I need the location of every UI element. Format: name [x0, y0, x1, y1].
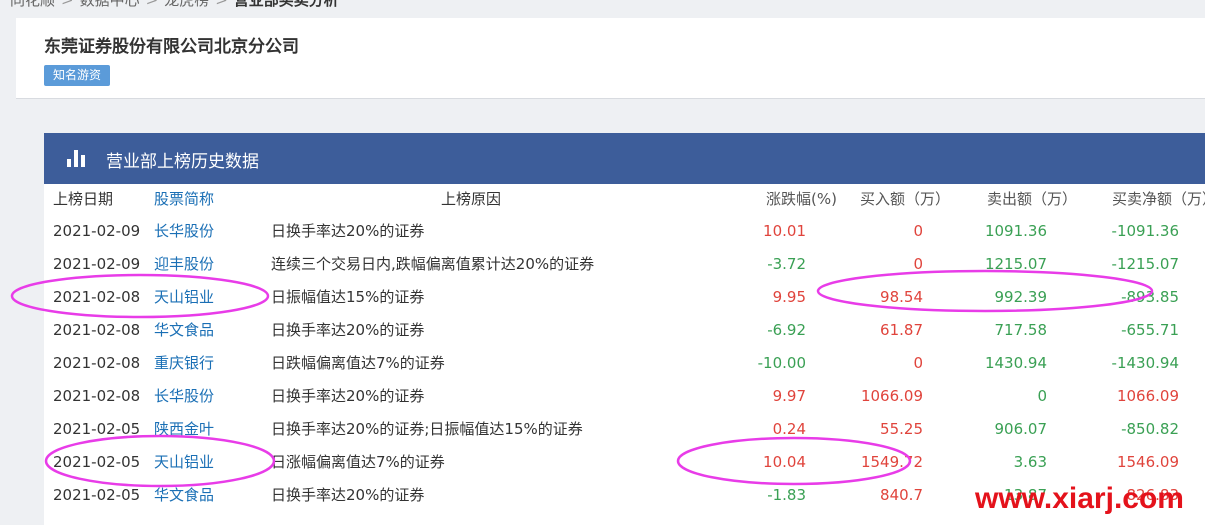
- column-header-date[interactable]: 上榜日期: [53, 184, 113, 215]
- cell-date: 2021-02-08: [53, 354, 141, 372]
- cell-buy: 0: [913, 354, 923, 372]
- cell-date: 2021-02-05: [53, 420, 141, 438]
- cell-buy: 1066.09: [860, 387, 923, 405]
- cell-reason: 日换手率达20%的证券: [271, 222, 425, 240]
- cell-sell: 1091.36: [984, 222, 1047, 240]
- watermark: www.xiarj.com: [975, 482, 1184, 515]
- table-row: 2021-02-08 华文食品 日换手率达20%的证券 -6.92 61.87 717.5…: [44, 314, 1205, 347]
- cell-reason: 日涨幅偏离值达7%的证券: [271, 453, 445, 471]
- cell-sell: 906.07: [994, 420, 1048, 438]
- breadcrumb-separator: >: [215, 0, 228, 9]
- cell-date: 2021-02-09: [53, 255, 141, 273]
- cell-buy: 840.7: [880, 486, 923, 504]
- cell-sell: 717.58: [994, 321, 1048, 339]
- cell-net: -1215.07: [1111, 255, 1179, 273]
- cell-reason: 日振幅值达15%的证券: [271, 288, 425, 306]
- cell-sell: 3.63: [1013, 453, 1047, 471]
- column-header-net[interactable]: 买卖净额（万）: [1112, 184, 1205, 215]
- cell-net: -1430.94: [1111, 354, 1179, 372]
- stock-name-link[interactable]: 长华股份: [154, 380, 214, 413]
- column-header-change[interactable]: 涨跌幅(%): [766, 184, 837, 215]
- firm-tag-badge[interactable]: 知名游资: [44, 65, 111, 86]
- cell-buy: 0: [913, 222, 923, 240]
- cell-change: 10.04: [763, 453, 806, 471]
- cell-net: 1546.09: [1116, 453, 1179, 471]
- stock-name-link[interactable]: 重庆银行: [154, 347, 214, 380]
- cell-buy: 98.54: [880, 288, 923, 306]
- breadcrumb-item-data-center[interactable]: 数据中心: [80, 0, 140, 9]
- cell-reason: 日换手率达20%的证券: [271, 321, 425, 339]
- panel-header: 营业部上榜历史数据: [44, 133, 1205, 184]
- cell-net: -850.82: [1121, 420, 1179, 438]
- cell-buy: 1549.72: [860, 453, 923, 471]
- cell-net: 1066.09: [1116, 387, 1179, 405]
- cell-change: -10.00: [757, 354, 806, 372]
- column-header-reason[interactable]: 上榜原因: [441, 184, 501, 215]
- stock-name-link[interactable]: 天山铝业: [154, 446, 214, 479]
- cell-date: 2021-02-08: [53, 288, 141, 306]
- table-row: 2021-02-09 长华股份 日换手率达20%的证券 10.01 0 1091.36 -1…: [44, 215, 1205, 248]
- column-header-stock[interactable]: 股票简称: [154, 184, 214, 215]
- breadcrumb-item-dragon-tiger[interactable]: 龙虎榜: [164, 0, 209, 9]
- panel-title: 营业部上榜历史数据: [106, 152, 259, 172]
- cell-change: 9.95: [772, 288, 806, 306]
- cell-net: -655.71: [1121, 321, 1179, 339]
- cell-date: 2021-02-09: [53, 222, 141, 240]
- cell-change: 10.01: [763, 222, 806, 240]
- history-table: 上榜日期 股票简称 上榜原因 涨跌幅(%) 买入额（万） 卖出额（万） 买卖净额…: [44, 184, 1205, 512]
- cell-change: 9.97: [772, 387, 806, 405]
- table-row: 2021-02-08 重庆银行 日跌幅偏离值达7%的证券 -10.00 0 1430.94…: [44, 347, 1205, 380]
- breadcrumb-item-current: 营业部买卖分析: [233, 0, 339, 9]
- breadcrumb: 同花顺 > 数据中心 > 龙虎榜 > 营业部买卖分析: [10, 0, 339, 9]
- table-row: 2021-02-09 迎丰股份 连续三个交易日内,跌幅偏离值累计达20%的证券 -3.…: [44, 248, 1205, 281]
- table-header-row: 上榜日期 股票简称 上榜原因 涨跌幅(%) 买入额（万） 卖出额（万） 买卖净额…: [44, 184, 1205, 215]
- cell-reason: 日换手率达20%的证券;日振幅值达15%的证券: [271, 420, 583, 438]
- cell-reason: 日跌幅偏离值达7%的证券: [271, 354, 445, 372]
- column-header-buy[interactable]: 买入额（万）: [860, 184, 950, 215]
- breadcrumb-separator: >: [145, 0, 159, 9]
- cell-buy: 55.25: [880, 420, 923, 438]
- cell-change: -1.83: [767, 486, 806, 504]
- cell-sell: 1430.94: [984, 354, 1047, 372]
- cell-date: 2021-02-08: [53, 387, 141, 405]
- cell-sell: 0: [1037, 387, 1047, 405]
- cell-buy: 61.87: [880, 321, 923, 339]
- firm-header-card: 东莞证券股份有限公司北京分公司 知名游资: [16, 18, 1205, 99]
- table-row: 2021-02-08 天山铝业 日振幅值达15%的证券 9.95 98.54 992.39…: [44, 281, 1205, 314]
- breadcrumb-item-home[interactable]: 同花顺: [10, 0, 55, 9]
- cell-sell: 1215.07: [984, 255, 1047, 273]
- column-header-sell[interactable]: 卖出额（万）: [987, 184, 1077, 215]
- stock-name-link[interactable]: 长华股份: [154, 215, 214, 248]
- history-panel: 营业部上榜历史数据 上榜日期 股票简称 上榜原因 涨跌幅(%) 买入额（万） 卖…: [44, 133, 1205, 525]
- table-row: 2021-02-05 陕西金叶 日换手率达20%的证券;日振幅值达15%的证券 0.2…: [44, 413, 1205, 446]
- stock-name-link[interactable]: 迎丰股份: [154, 248, 214, 281]
- stock-name-link[interactable]: 陕西金叶: [154, 413, 214, 446]
- breadcrumb-separator: >: [61, 0, 74, 9]
- cell-change: 0.24: [772, 420, 806, 438]
- cell-date: 2021-02-08: [53, 321, 141, 339]
- stock-name-link[interactable]: 天山铝业: [154, 281, 214, 314]
- stock-name-link[interactable]: 华文食品: [154, 314, 214, 347]
- cell-reason: 连续三个交易日内,跌幅偏离值累计达20%的证券: [271, 255, 595, 273]
- cell-net: -893.85: [1121, 288, 1179, 306]
- cell-date: 2021-02-05: [53, 453, 141, 471]
- table-row: 2021-02-08 长华股份 日换手率达20%的证券 9.97 1066.09 0 106…: [44, 380, 1205, 413]
- table-row: 2021-02-05 天山铝业 日涨幅偏离值达7%的证券 10.04 1549.72 3.…: [44, 446, 1205, 479]
- cell-reason: 日换手率达20%的证券: [271, 387, 425, 405]
- cell-change: -3.72: [767, 255, 806, 273]
- cell-date: 2021-02-05: [53, 486, 141, 504]
- bar-chart-icon: [67, 150, 85, 167]
- table-body: 2021-02-09 长华股份 日换手率达20%的证券 10.01 0 1091.36 -1…: [44, 215, 1205, 512]
- cell-net: -1091.36: [1111, 222, 1179, 240]
- cell-buy: 0: [913, 255, 923, 273]
- cell-change: -6.92: [767, 321, 806, 339]
- firm-name: 东莞证券股份有限公司北京分公司: [44, 37, 299, 57]
- cell-sell: 992.39: [994, 288, 1048, 306]
- stock-name-link[interactable]: 华文食品: [154, 479, 214, 512]
- cell-reason: 日换手率达20%的证券: [271, 486, 425, 504]
